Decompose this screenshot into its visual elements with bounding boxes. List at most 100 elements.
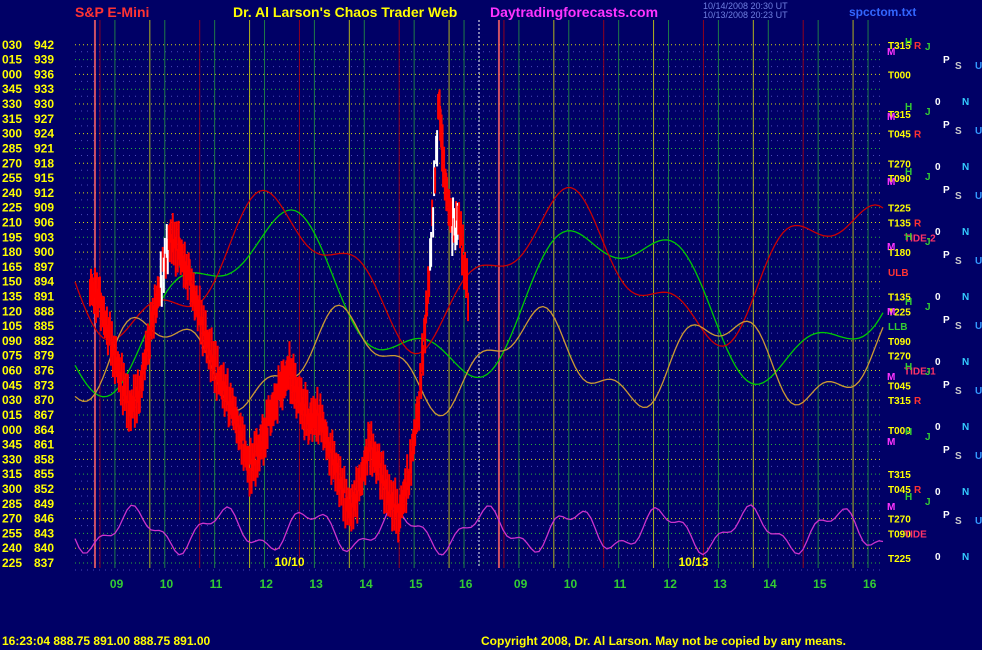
- cycle-marker-glyph: S: [955, 126, 962, 137]
- cycle-marker-glyph: N: [962, 487, 969, 498]
- cycle-marker-glyph: P: [943, 510, 950, 521]
- cycle-marker-glyph: N: [962, 227, 969, 238]
- x-tick-hour: 16: [863, 577, 877, 591]
- right-level-label: T090: [888, 337, 911, 348]
- x-tick-hour: 14: [359, 577, 373, 591]
- right-level-label: T225: [888, 554, 911, 565]
- cycle-marker-glyph: H: [905, 232, 912, 243]
- y-tick-price: 927: [34, 112, 54, 126]
- y-tick-angle: 330: [2, 97, 22, 111]
- y-tick-price: 924: [34, 127, 54, 141]
- y-tick-angle: 210: [2, 215, 22, 229]
- y-tick-price: 876: [34, 364, 54, 378]
- y-tick-angle: 120: [2, 304, 22, 318]
- y-tick-price: 900: [34, 245, 54, 259]
- data-filename: spcctom.txt: [849, 5, 917, 19]
- cycle-marker-glyph: U: [975, 516, 982, 527]
- price-chart: 030 942015 939000 936345 933330 930315 927300 9…: [0, 0, 982, 650]
- cycle-marker-glyph: P: [943, 55, 950, 66]
- right-level-label: T135: [888, 218, 911, 229]
- y-tick-angle: 015: [2, 53, 22, 67]
- y-tick-price: 849: [34, 497, 54, 511]
- y-tick-price: 921: [34, 141, 54, 155]
- y-tick-price: 837: [34, 556, 54, 570]
- y-tick-price: 897: [34, 260, 54, 274]
- y-tick-price: 894: [34, 275, 54, 289]
- y-tick-price: 843: [34, 526, 54, 540]
- x-tick-hour: 11: [614, 577, 627, 591]
- y-tick-angle: 105: [2, 319, 22, 333]
- last-quote: 16:23:04 888.75 891.00 888.75 891.00: [2, 634, 211, 648]
- y-tick-price: 936: [34, 67, 54, 81]
- cycle-marker-glyph: J: [925, 497, 931, 508]
- cycle-marker-glyph: J: [925, 432, 931, 443]
- y-tick-angle: 090: [2, 334, 22, 348]
- cycle-marker-glyph: U: [975, 451, 982, 462]
- right-level-label: T270: [888, 515, 911, 526]
- y-tick-price: 906: [34, 215, 54, 229]
- cycle-marker-glyph: J: [925, 367, 931, 378]
- cycle-marker-glyph: M: [887, 242, 895, 253]
- y-tick-price: 861: [34, 438, 54, 452]
- cycle-marker-glyph: 0: [935, 162, 941, 173]
- y-tick-angle: 030: [2, 393, 22, 407]
- y-tick-angle: 225: [2, 556, 22, 570]
- cycle-marker-glyph: N: [962, 97, 969, 108]
- y-tick-price: 867: [34, 408, 54, 422]
- cycle-marker-glyph: S: [955, 321, 962, 332]
- x-tick-hour: 10: [564, 577, 578, 591]
- y-tick-price: 909: [34, 201, 54, 215]
- y-tick-angle: 255: [2, 526, 22, 540]
- y-tick-angle: 240: [2, 186, 22, 200]
- y-tick-price: 930: [34, 97, 54, 111]
- right-level-label: TIDE: [904, 529, 927, 540]
- y-tick-price: 879: [34, 349, 54, 363]
- y-tick-price: 915: [34, 171, 54, 185]
- cycle-marker-glyph: U: [975, 386, 982, 397]
- cycle-marker-glyph: M: [887, 437, 895, 448]
- symbol-title: S&P E-Mini: [75, 4, 150, 20]
- cycle-marker-glyph: M: [887, 372, 895, 383]
- site-link[interactable]: Daytradingforecasts.com: [490, 4, 658, 20]
- copyright-notice: Copyright 2008, Dr. Al Larson. May not b…: [481, 634, 846, 648]
- y-tick-angle: 300: [2, 127, 22, 141]
- y-tick-angle: 015: [2, 408, 22, 422]
- y-tick-price: 864: [34, 423, 54, 437]
- cycle-marker-glyph: J: [925, 107, 931, 118]
- cycle-marker-glyph: S: [955, 61, 962, 72]
- y-tick-angle: 225: [2, 201, 22, 215]
- cycle-marker-glyph: S: [955, 256, 962, 267]
- cycle-marker-glyph: N: [962, 357, 969, 368]
- x-tick-hour: 15: [409, 577, 423, 591]
- y-tick-angle: 165: [2, 260, 22, 274]
- right-level-label: T315: [888, 396, 911, 407]
- y-tick-angle: 150: [2, 275, 22, 289]
- cycle-marker-glyph: P: [943, 380, 950, 391]
- cycle-marker-glyph: M: [887, 47, 895, 58]
- y-tick-price: 891: [34, 290, 54, 304]
- cycle-marker-glyph: H: [905, 427, 912, 438]
- y-tick-angle: 195: [2, 230, 22, 244]
- cycle-marker-glyph: M: [887, 177, 895, 188]
- cycle-marker-glyph: P: [943, 185, 950, 196]
- y-tick-angle: 345: [2, 438, 22, 452]
- cycle-marker-glyph: H: [905, 167, 912, 178]
- y-tick-angle: 030: [2, 38, 22, 52]
- y-tick-angle: 330: [2, 452, 22, 466]
- right-level-suffix: R: [914, 41, 922, 52]
- x-tick-hour: 12: [260, 577, 274, 591]
- y-tick-angle: 180: [2, 245, 22, 259]
- right-level-suffix: R: [914, 396, 922, 407]
- right-level-label: LLB: [888, 322, 907, 333]
- cycle-marker-glyph: H: [905, 362, 912, 373]
- x-tick-hour: 09: [110, 577, 124, 591]
- cycle-marker-glyph: 0: [935, 357, 941, 368]
- cycle-marker-glyph: M: [887, 307, 895, 318]
- x-tick-hour: 13: [309, 577, 323, 591]
- session-date-label: 10/10: [275, 555, 305, 569]
- chart-title: Dr. Al Larson's Chaos Trader Web: [233, 4, 458, 20]
- cycle-marker-glyph: M: [887, 502, 895, 513]
- cycle-marker-glyph: 0: [935, 487, 941, 498]
- y-tick-price: 840: [34, 541, 54, 555]
- cycle-marker-glyph: J: [925, 237, 931, 248]
